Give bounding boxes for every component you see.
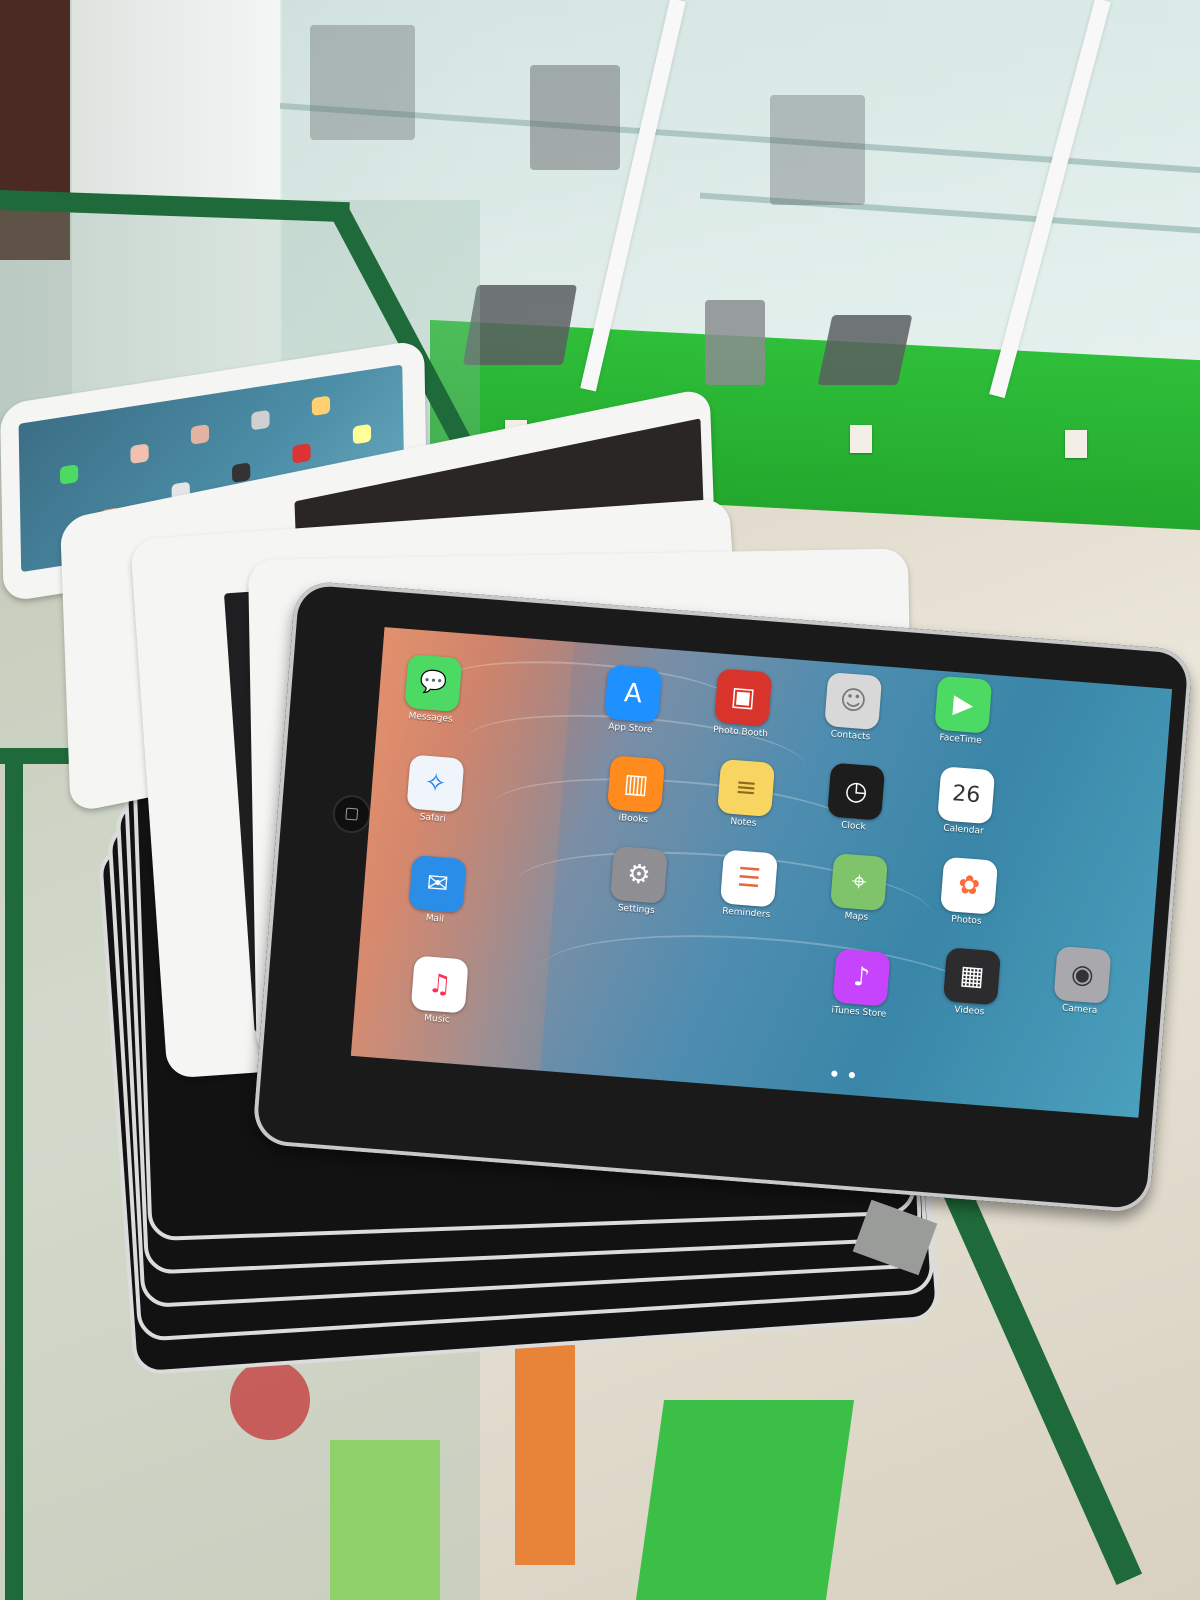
app-contacts[interactable]: ☺ Contacts bbox=[802, 670, 903, 744]
under-counter-green-item bbox=[330, 1440, 440, 1600]
app-clock[interactable]: ◷ Clock bbox=[805, 761, 906, 835]
store-photo-scene: 💬 Messages ✧ Safari ✉ Mail ♫ Music A App… bbox=[0, 0, 1200, 1600]
clock-icon: ◷ bbox=[827, 762, 886, 821]
app-notes[interactable]: ≡ Notes bbox=[695, 757, 796, 831]
app-safari[interactable]: ✧ Safari bbox=[384, 753, 485, 827]
itunes-store-icon: ♪ bbox=[832, 948, 891, 1007]
app-icon bbox=[292, 443, 311, 464]
home-square-icon bbox=[345, 807, 359, 821]
app-facetime[interactable]: ▶ FaceTime bbox=[912, 674, 1013, 748]
app-icon bbox=[190, 424, 210, 445]
messages-icon: 💬 bbox=[404, 654, 463, 713]
displayed-laptop bbox=[817, 315, 913, 385]
facetime-icon: ▶ bbox=[934, 675, 993, 734]
camera-icon: ◉ bbox=[1053, 945, 1112, 1004]
app-label: Photos bbox=[950, 914, 982, 927]
displayed-laptop bbox=[770, 95, 865, 205]
page-indicator: ● ● bbox=[830, 1068, 860, 1080]
under-counter-green-box bbox=[635, 1400, 855, 1600]
contacts-icon: ☺ bbox=[824, 672, 883, 731]
displayed-laptop bbox=[530, 65, 620, 170]
settings-icon: ⚙ bbox=[609, 845, 668, 904]
app-label: FaceTime bbox=[938, 732, 983, 747]
mail-icon: ✉ bbox=[408, 855, 467, 914]
safari-icon: ✧ bbox=[406, 754, 465, 813]
app-settings[interactable]: ⚙ Settings bbox=[588, 844, 689, 918]
photos-icon: ✿ bbox=[940, 856, 999, 915]
ibooks-icon: ▥ bbox=[606, 755, 666, 814]
price-tag bbox=[1065, 430, 1087, 458]
app-calendar[interactable]: 26 Calendar bbox=[915, 765, 1016, 839]
app-itunes-store[interactable]: ♪ iTunes Store bbox=[811, 947, 912, 1021]
reminders-icon: ☰ bbox=[719, 849, 779, 908]
app-icon bbox=[59, 464, 79, 485]
red-reflection bbox=[230, 1360, 310, 1440]
music-icon: ♫ bbox=[410, 955, 469, 1014]
photo-booth-icon: ▣ bbox=[714, 668, 773, 727]
home-button[interactable] bbox=[331, 793, 373, 835]
app-label: Calendar bbox=[942, 823, 984, 837]
displayed-laptop bbox=[705, 300, 765, 385]
app-photo-booth[interactable]: ▣ Photo Booth bbox=[692, 667, 793, 741]
displayed-laptop bbox=[462, 285, 578, 365]
app-maps[interactable]: ⌖ Maps bbox=[808, 851, 909, 925]
videos-icon: ▦ bbox=[942, 947, 1002, 1006]
app-store-icon: A bbox=[604, 664, 663, 723]
app-reminders[interactable]: ☰ Reminders bbox=[698, 848, 799, 922]
app-music[interactable]: ♫ Music bbox=[389, 954, 490, 1028]
displayed-laptop bbox=[310, 25, 415, 140]
app-icon bbox=[231, 462, 251, 483]
app-videos[interactable]: ▦ Videos bbox=[921, 946, 1022, 1020]
counter-rail-left bbox=[5, 760, 23, 1600]
maps-icon: ⌖ bbox=[829, 853, 889, 912]
app-icon bbox=[311, 395, 331, 417]
price-tag bbox=[850, 425, 872, 453]
app-icon bbox=[352, 423, 372, 445]
app-messages[interactable]: 💬 Messages bbox=[382, 652, 483, 726]
app-label: Camera bbox=[1061, 1003, 1098, 1017]
home-screen: 💬 Messages ✧ Safari ✉ Mail ♫ Music A App… bbox=[350, 627, 1173, 1118]
calendar-icon: 26 bbox=[937, 766, 996, 825]
app-icon bbox=[251, 409, 270, 431]
app-app-store[interactable]: A App Store bbox=[582, 663, 683, 737]
app-camera[interactable]: ◉ Camera bbox=[1031, 944, 1132, 1018]
app-label: Contacts bbox=[830, 729, 871, 743]
app-icon bbox=[130, 443, 149, 464]
app-photos[interactable]: ✿ Photos bbox=[918, 855, 1019, 929]
app-ibooks[interactable]: ▥ iBooks bbox=[585, 754, 686, 828]
under-counter-orange-item bbox=[515, 1345, 575, 1565]
black-tablet-front: 💬 Messages ✧ Safari ✉ Mail ♫ Music A App… bbox=[251, 580, 1194, 1214]
app-mail[interactable]: ✉ Mail bbox=[387, 853, 488, 927]
notes-icon: ≡ bbox=[717, 758, 776, 817]
